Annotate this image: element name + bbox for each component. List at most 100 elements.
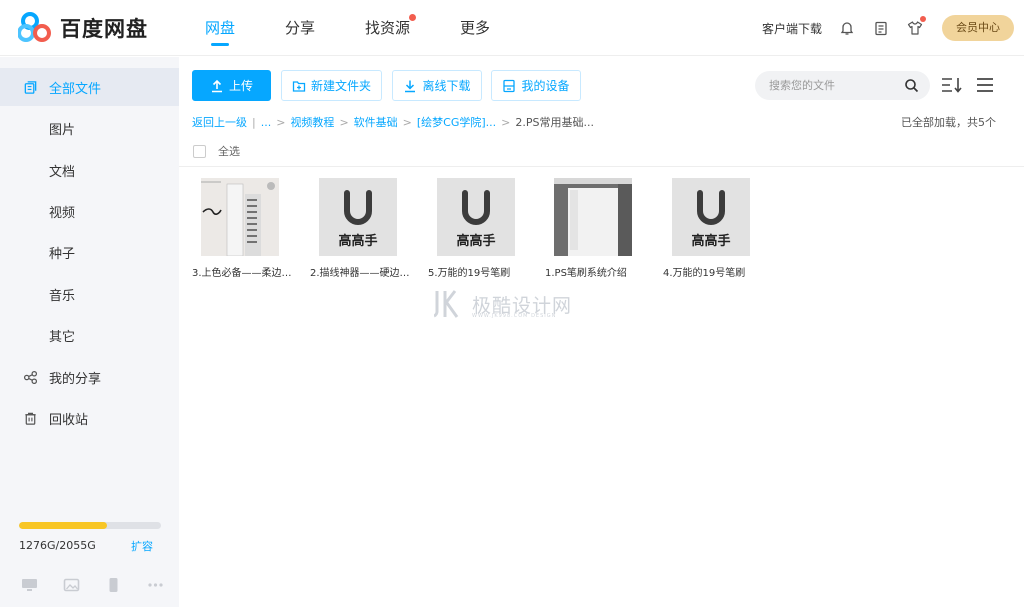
download-icon (405, 80, 416, 92)
sidebar-item-label: 图片 (49, 122, 76, 138)
breadcrumb-separator: > (402, 115, 412, 129)
clipboard-icon[interactable] (872, 19, 890, 37)
trash-icon (22, 410, 38, 426)
expand-storage-link[interactable]: 扩容 (131, 538, 153, 554)
list-divider (179, 166, 1024, 167)
sidebar-item-label: 视频 (49, 205, 76, 221)
my-devices-label: 我的设备 (521, 79, 570, 93)
vip-center-button[interactable]: 会员中心 (942, 15, 1014, 41)
device-icon (503, 79, 516, 92)
header-actions: 客户端下载 会员中心 (762, 0, 1014, 56)
sidebar-item-torrents[interactable]: 种子 (0, 233, 179, 271)
storage-quota-bar (19, 522, 161, 529)
sidebar-item-label: 音乐 (49, 288, 76, 304)
image-icon[interactable] (61, 576, 81, 594)
sidebar-item-images[interactable]: 图片 (0, 109, 179, 147)
upload-icon (211, 79, 222, 92)
select-all-checkbox[interactable] (193, 144, 206, 158)
breadcrumb: 返回上一级 | ... > 视频教程 > 软件基础 > [绘梦CG学院]... … (192, 114, 594, 130)
breadcrumb-current-folder: 2.PS常用基础... (515, 116, 594, 129)
select-all-label: 全选 (218, 145, 240, 158)
file-name: 2.描线神器——硬边铅笔 (310, 268, 410, 279)
tab-share-label: 分享 (285, 19, 316, 37)
sidebar-item-music[interactable]: 音乐 (0, 275, 179, 313)
breadcrumb-separator: > (339, 115, 349, 129)
jk-logo-icon (434, 290, 459, 318)
shirt-icon[interactable] (906, 16, 926, 37)
main-nav: 网盘 分享 找资源 更多 (205, 0, 540, 56)
file-thumbnail: 高高手 (437, 178, 515, 256)
client-download-link[interactable]: 客户端下载 (762, 20, 822, 37)
file-name: 5.万能的19号笔刷 (428, 268, 511, 279)
tab-more[interactable]: 更多 (460, 0, 490, 56)
sort-icon[interactable] (941, 75, 963, 95)
cloud-logo-icon (18, 12, 51, 42)
file-item[interactable]: 1.PS笔刷系统介绍 (545, 178, 653, 279)
app-logo[interactable]: 百度网盘 (18, 12, 148, 44)
file-item[interactable]: 3.上色必备——柔边和硬边笔刷 (192, 178, 300, 279)
sidebar-item-documents[interactable]: 文档 (0, 151, 179, 189)
phone-icon[interactable] (103, 576, 123, 594)
sketch-thumbnail-art (201, 178, 279, 256)
bell-icon[interactable] (838, 19, 856, 37)
breadcrumb-separator: > (501, 115, 511, 129)
desktop-icon[interactable] (19, 576, 39, 594)
brand-mark-text: 高高手 (456, 234, 496, 249)
file-item[interactable]: 高高手 5.万能的19号笔刷 (428, 178, 536, 279)
breadcrumb-cg-academy[interactable]: [绘梦CG学院]... (417, 114, 496, 130)
sidebar-item-all-files[interactable]: 全部文件 (0, 68, 179, 106)
file-thumbnail: 高高手 (672, 178, 750, 256)
sidebar-item-videos[interactable]: 视频 (0, 192, 179, 230)
more-icon[interactable] (145, 576, 165, 594)
sidebar-item-recycle-bin[interactable]: 回收站 (0, 399, 179, 437)
search-icon[interactable] (904, 78, 919, 93)
storage-quota-text: 1276G/2055G (19, 539, 96, 552)
storage-quota-fill (19, 522, 108, 529)
tab-share[interactable]: 分享 (285, 0, 315, 56)
watermark-subtext: WWW.JK998.COM DESIGN (472, 313, 557, 319)
sidebar-item-label: 其它 (49, 329, 76, 345)
breadcrumb-separator: | (252, 115, 256, 129)
file-thumbnail (201, 178, 279, 256)
brand-mark-text: 高高手 (691, 234, 731, 249)
breadcrumb-back[interactable]: 返回上一级 (192, 114, 247, 130)
sidebar-item-label: 我的分享 (49, 371, 102, 387)
select-all[interactable]: 全选 (193, 143, 240, 159)
sidebar-item-label: 回收站 (49, 412, 89, 428)
new-folder-icon (292, 80, 306, 92)
tab-more-label: 更多 (460, 19, 491, 37)
app-name: 百度网盘 (60, 17, 148, 41)
breadcrumb-software-basics[interactable]: 软件基础 (354, 114, 398, 130)
site-watermark: 极酷设计网 WWW.JK998.COM DESIGN (434, 289, 572, 319)
sidebar-item-my-shares[interactable]: 我的分享 (0, 358, 179, 396)
list-view-icon[interactable] (974, 75, 996, 95)
breadcrumb-ellipsis[interactable]: ... (261, 116, 272, 129)
ps-window-thumbnail-art (554, 178, 632, 256)
tab-find-resources[interactable]: 找资源 (365, 0, 417, 56)
offline-download-label: 离线下载 (422, 79, 471, 93)
upload-button[interactable]: 上传 (192, 70, 271, 101)
sidebar-item-other[interactable]: 其它 (0, 316, 179, 354)
tab-netdisk-label: 网盘 (205, 19, 236, 37)
offline-download-button[interactable]: 离线下载 (392, 70, 482, 101)
file-name: 1.PS笔刷系统介绍 (545, 268, 627, 279)
new-folder-button[interactable]: 新建文件夹 (281, 70, 382, 101)
file-thumbnail (554, 178, 632, 256)
notification-dot (409, 14, 417, 21)
file-item[interactable]: 高高手 4.万能的19号笔刷 (663, 178, 771, 279)
share-icon (22, 369, 38, 385)
sidebar-item-label: 种子 (49, 246, 76, 262)
top-bar: 百度网盘 网盘 分享 找资源 更多 客户端下载 会员中心 (0, 0, 1024, 56)
file-item[interactable]: 高高手 2.描线神器——硬边铅笔 (310, 178, 418, 279)
sidebar-item-label: 文档 (49, 164, 76, 180)
sidebar-bottom-tools (19, 576, 187, 594)
tab-find-resources-label: 找资源 (365, 19, 411, 37)
my-devices-button[interactable]: 我的设备 (491, 70, 581, 101)
new-folder-label: 新建文件夹 (310, 79, 371, 93)
shirt-notification-dot (920, 16, 926, 22)
upload-label: 上传 (228, 79, 253, 93)
breadcrumb-video-tutorials[interactable]: 视频教程 (290, 114, 334, 130)
file-name: 3.上色必备——柔边和硬边笔刷 (192, 268, 292, 279)
breadcrumb-separator: > (276, 115, 286, 129)
tab-netdisk[interactable]: 网盘 (205, 0, 235, 56)
